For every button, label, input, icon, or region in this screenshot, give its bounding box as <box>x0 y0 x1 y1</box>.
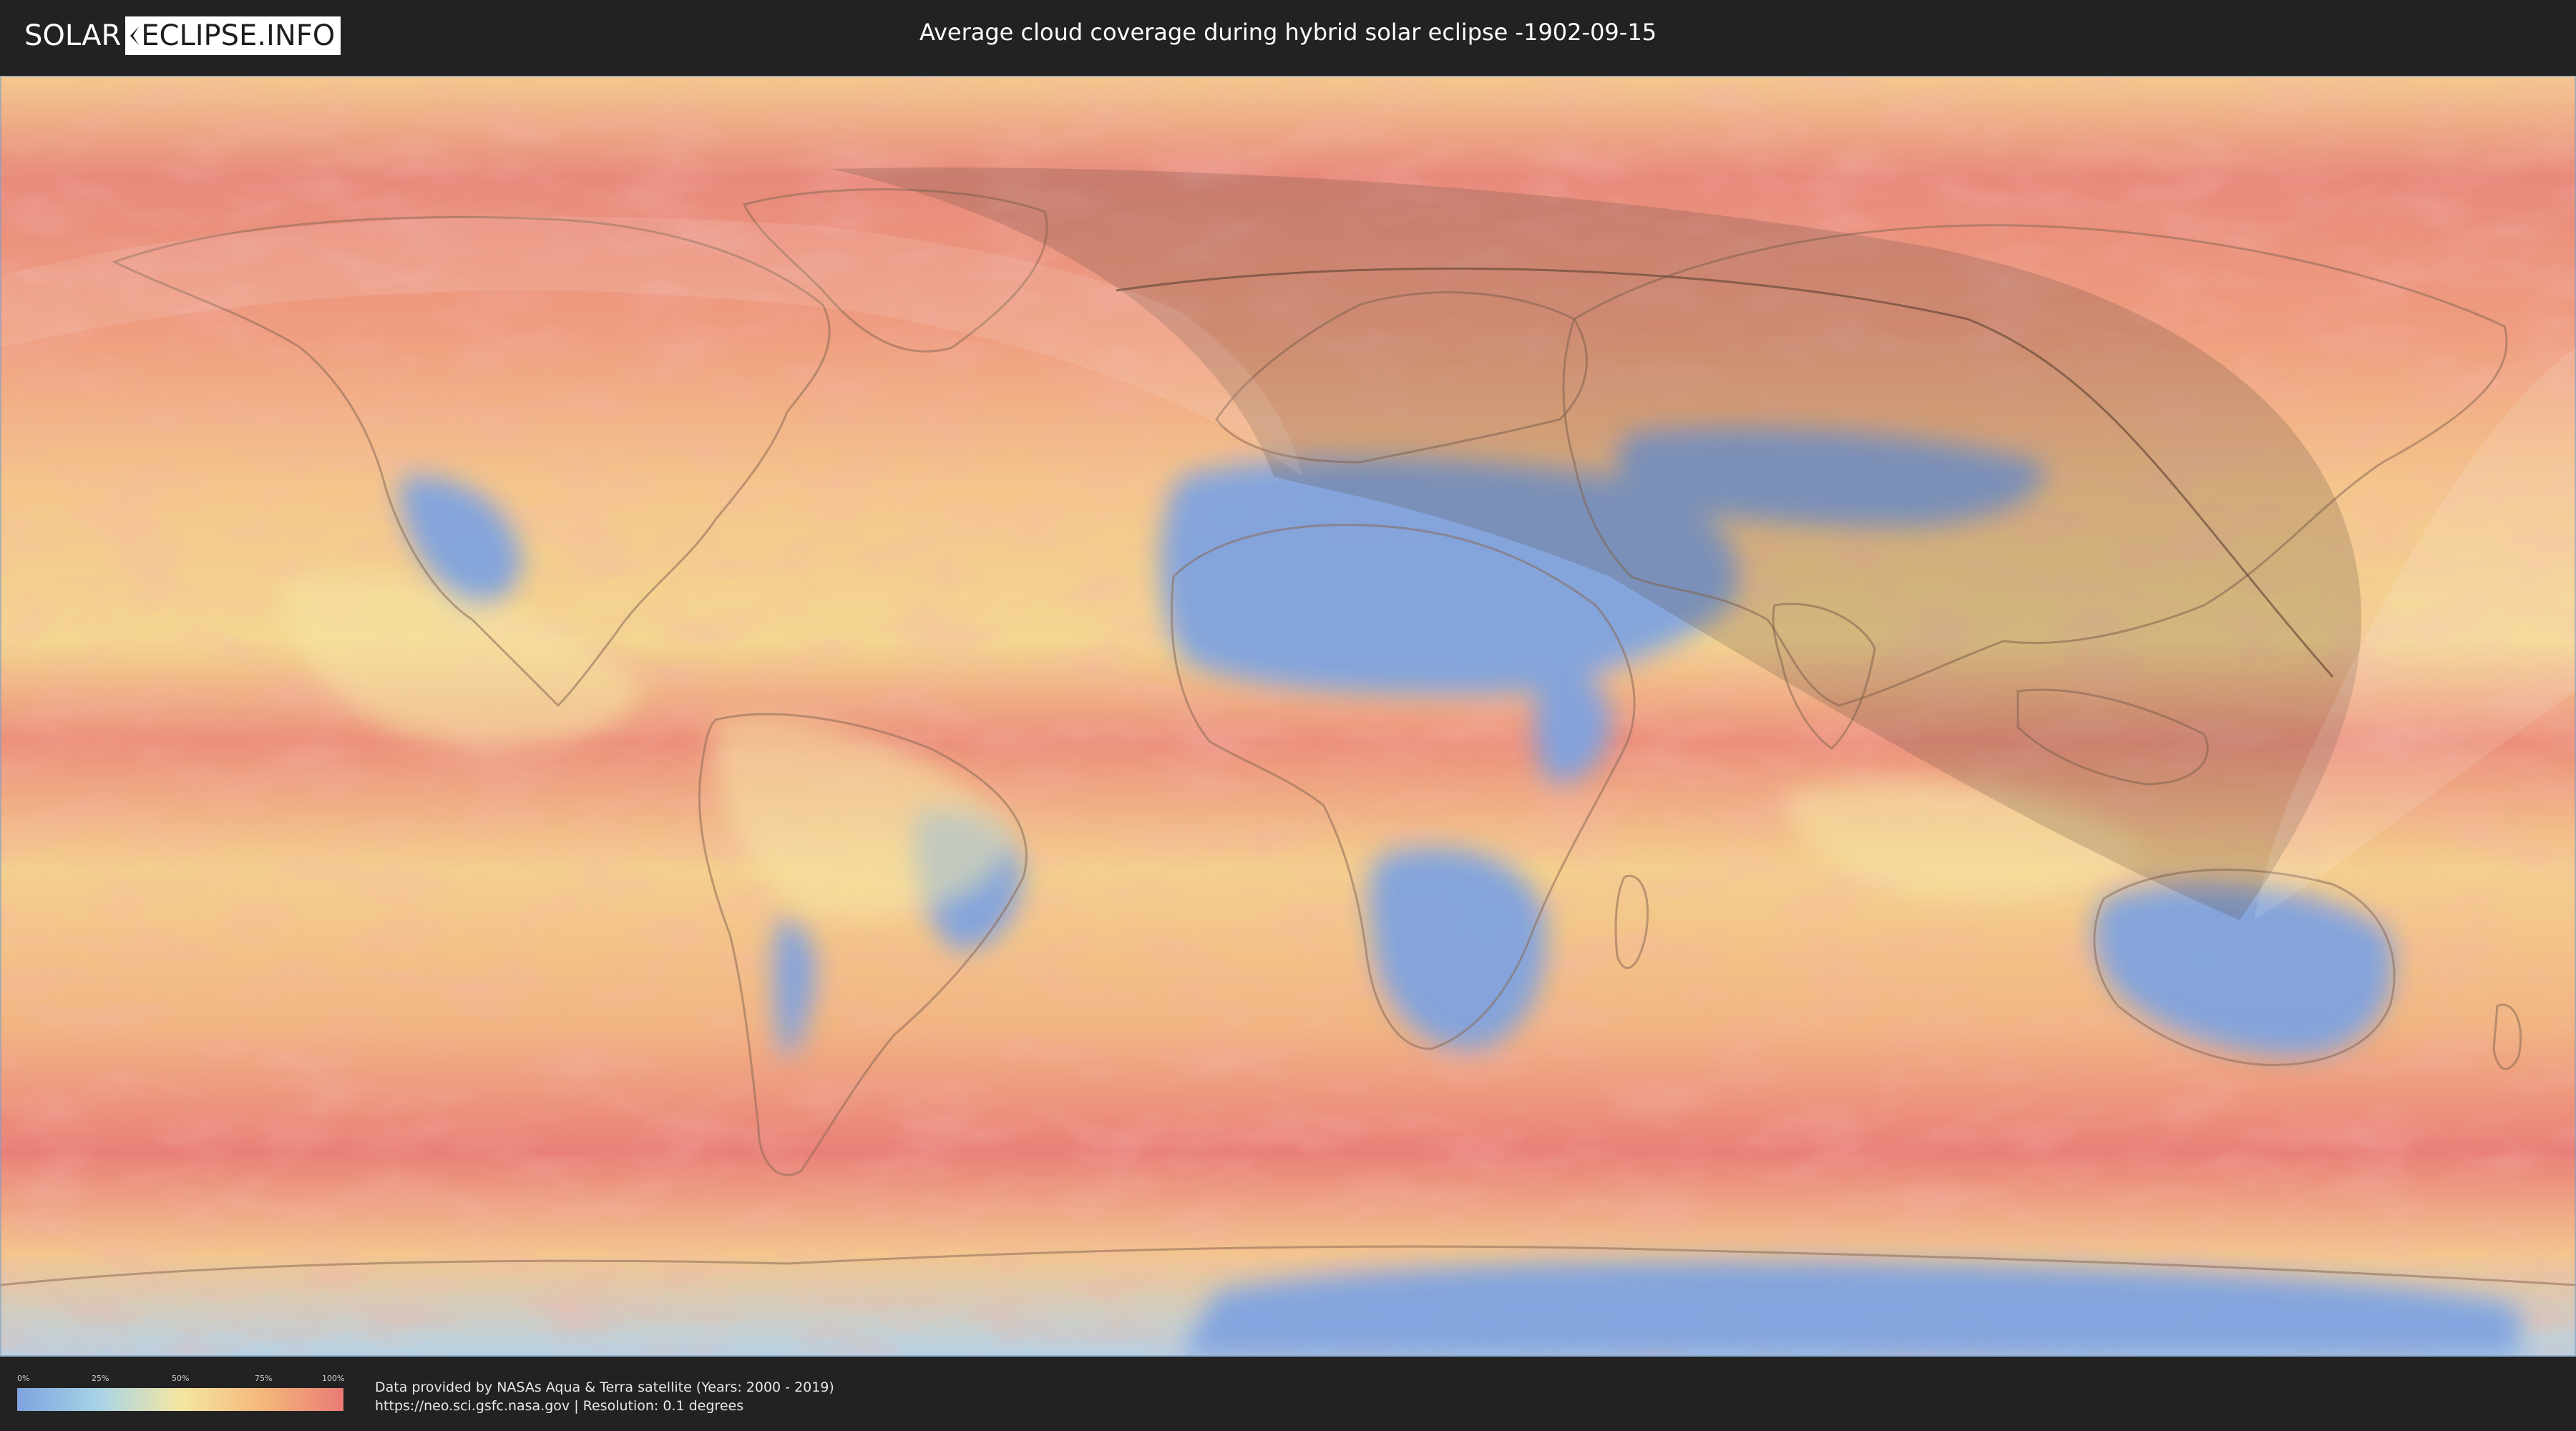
legend-tick-75: 75% <box>255 1374 273 1383</box>
header-bar: SOLAR ECLIPSE.INFO Average cloud coverag… <box>0 0 2576 72</box>
page-title: Average cloud coverage during hybrid sol… <box>919 19 1657 46</box>
legend-tick-0: 0% <box>17 1374 30 1383</box>
legend-ticks: 0% 25% 50% 75% 100% <box>17 1374 345 1384</box>
legend-color-bar <box>17 1388 343 1411</box>
cloud-coverage-map <box>0 76 2576 1357</box>
data-credits: Data provided by NASAs Aqua & Terra sate… <box>375 1378 834 1415</box>
credit-line-source: Data provided by NASAs Aqua & Terra sate… <box>375 1379 834 1395</box>
cloud-coverage-legend: 0% 25% 50% 75% 100% <box>17 1374 345 1412</box>
legend-tick-25: 25% <box>92 1374 109 1383</box>
world-map <box>0 76 2576 1357</box>
credit-line-url: https://neo.sci.gsfc.nasa.gov | Resoluti… <box>375 1398 744 1414</box>
legend-tick-100: 100% <box>322 1374 345 1383</box>
footer-bar: 0% 25% 50% 75% 100% Data provided by NAS… <box>0 1357 2576 1431</box>
legend-tick-50: 50% <box>172 1374 190 1383</box>
